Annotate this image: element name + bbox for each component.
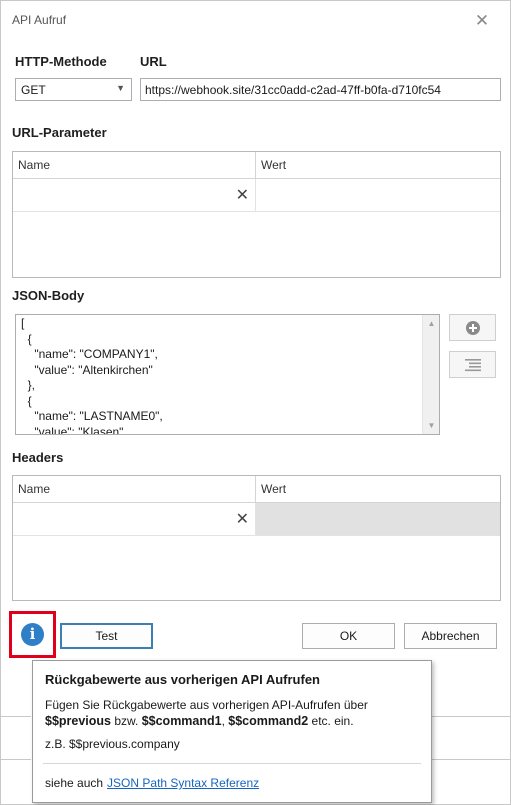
http-method-value: GET xyxy=(21,83,46,97)
tooltip-suffix: etc. ein. xyxy=(308,714,354,728)
scroll-down-icon[interactable]: ▼ xyxy=(423,417,439,434)
scroll-up-icon[interactable]: ▲ xyxy=(423,315,439,332)
url-value: https://webhook.site/31cc0add-c2ad-47ff-… xyxy=(145,83,441,97)
json-body-text[interactable]: [ { "name": "COMPANY1", "value": "Altenk… xyxy=(21,316,163,434)
url-input[interactable]: https://webhook.site/31cc0add-c2ad-47ff-… xyxy=(140,78,501,101)
headers-label: Headers xyxy=(12,450,64,465)
url-params-grid[interactable]: Name Wert ✕ xyxy=(12,151,501,278)
clear-icon[interactable]: ✕ xyxy=(236,185,249,205)
dropdown-arrow-icon: ▼ xyxy=(116,83,125,93)
column-divider xyxy=(255,476,256,503)
cancel-button[interactable]: Abbrechen xyxy=(404,623,497,649)
var-previous: $$previous xyxy=(45,714,112,728)
tooltip-example: z.B. $$previous.company xyxy=(45,737,180,751)
json-body-label: JSON-Body xyxy=(12,288,85,303)
sep-bzw: bzw. xyxy=(111,714,142,728)
http-method-select[interactable]: GET ▼ xyxy=(15,78,132,101)
url-params-name-cell[interactable]: ✕ xyxy=(13,179,256,211)
headers-row[interactable]: ✕ xyxy=(13,503,500,536)
column-divider xyxy=(255,152,256,179)
headers-header: Name Wert xyxy=(13,476,500,503)
info-icon[interactable]: i xyxy=(21,623,44,646)
url-params-value-cell[interactable] xyxy=(256,179,500,211)
json-body-editor[interactable]: [ { "name": "COMPANY1", "value": "Altenk… xyxy=(15,314,440,435)
var-command2: $$command2 xyxy=(228,714,309,728)
headers-value-cell[interactable] xyxy=(256,503,500,535)
url-params-col-value[interactable]: Wert xyxy=(261,158,286,172)
list-icon xyxy=(465,359,481,372)
url-params-label: URL-Parameter xyxy=(12,125,107,140)
see-also-text: siehe auch xyxy=(45,776,104,790)
tooltip-see-also: siehe auch JSON Path Syntax Referenz xyxy=(45,776,259,790)
divider xyxy=(432,759,511,760)
clear-icon[interactable]: ✕ xyxy=(236,509,249,529)
divider xyxy=(432,716,511,717)
var-command1: $$command1 xyxy=(141,714,222,728)
previous-values-tooltip: Rückgabewerte aus vorherigen API Aufrufe… xyxy=(32,660,432,803)
headers-col-name[interactable]: Name xyxy=(18,482,50,496)
headers-col-value[interactable]: Wert xyxy=(261,482,286,496)
tooltip-divider xyxy=(43,763,421,764)
info-highlight: i xyxy=(9,611,56,658)
ok-button[interactable]: OK xyxy=(302,623,395,649)
tooltip-title: Rückgabewerte aus vorherigen API Aufrufe… xyxy=(45,672,320,687)
headers-grid[interactable]: Name Wert ✕ xyxy=(12,475,501,601)
divider xyxy=(1,759,31,760)
add-icon xyxy=(466,321,480,335)
tooltip-description: Fügen Sie Rückgabewerte aus vorherigen A… xyxy=(45,698,368,712)
tooltip-variables: $$previous bzw. $$command1, $$command2 e… xyxy=(45,714,354,728)
json-path-reference-link[interactable]: JSON Path Syntax Referenz xyxy=(107,776,259,790)
dialog-title: API Aufruf xyxy=(12,13,67,27)
test-button[interactable]: Test xyxy=(60,623,153,649)
api-call-dialog: API Aufruf ✕ HTTP-Methode URL GET ▼ http… xyxy=(0,0,511,805)
json-body-scrollbar[interactable]: ▲ ▼ xyxy=(422,315,439,434)
http-method-label: HTTP-Methode xyxy=(15,54,107,69)
url-params-col-name[interactable]: Name xyxy=(18,158,50,172)
add-button[interactable] xyxy=(449,314,496,341)
headers-name-cell[interactable]: ✕ xyxy=(13,503,256,535)
divider xyxy=(1,716,31,717)
url-label: URL xyxy=(140,54,167,69)
close-icon[interactable]: ✕ xyxy=(471,10,493,32)
url-params-row[interactable]: ✕ xyxy=(13,179,500,212)
format-button[interactable] xyxy=(449,351,496,378)
url-params-header: Name Wert xyxy=(13,152,500,179)
